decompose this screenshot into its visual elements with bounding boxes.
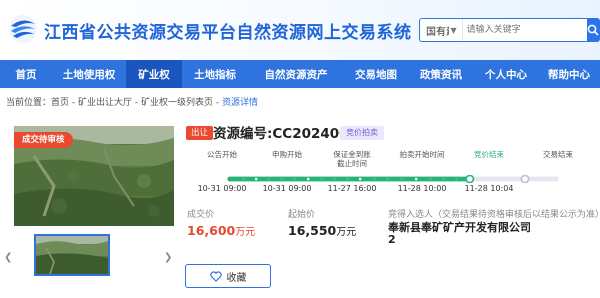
deal-price: 16,600万元 — [187, 223, 255, 238]
breadcrumb-prefix: 当前位置： — [6, 98, 52, 108]
breadcrumb: 当前位置：首页 - 矿业出让大厅 - 矿业权一级列表页 - 资源详情 — [6, 95, 258, 108]
site-title: 江西省公共资源交易平台自然资源网上交易系统 — [44, 23, 412, 43]
timeline-step-label: 拍卖开始时间 — [399, 150, 445, 159]
status-badge: 成交待审核 — [14, 132, 73, 148]
chevron-left-icon[interactable]: ❮ — [4, 252, 12, 263]
nav-item-policy-news[interactable]: 政策资讯 — [408, 60, 474, 88]
deal-price-unit: 万元 — [235, 227, 256, 238]
search-bar: 国有建... ▼ — [419, 18, 600, 42]
timeline-step-time: 11-28 10:00 — [397, 184, 447, 193]
resource-number: 资源编号:CC2024004 — [213, 126, 358, 142]
timeline-step-label: 保证金到账 截止时间 — [333, 150, 371, 168]
winning-bidder: 奉新县奉矿矿产开发有限公司2 — [388, 221, 531, 246]
chevron-down-icon: ▼ — [450, 25, 457, 35]
favorite-button[interactable]: 收藏 — [185, 264, 271, 288]
nav-item-home[interactable]: 首页 — [0, 60, 52, 88]
breadcrumb-current: 资源详情 — [221, 98, 258, 108]
timeline-step-label-line: 截止时间 — [337, 159, 367, 168]
sale-method-tag: 竞价拍卖 — [340, 126, 384, 140]
nav-item-natural-assets[interactable]: 自然资源资产 — [248, 60, 344, 88]
timeline-step-time: 10-31 09:00 — [262, 184, 312, 193]
deal-price-value: 16,600 — [187, 223, 236, 238]
search-input[interactable] — [462, 19, 587, 41]
nav-item-help-center[interactable]: 帮助中心 — [538, 60, 600, 88]
timeline-step-label: 交易结束 — [543, 150, 573, 159]
chevron-right-icon[interactable]: ❯ — [164, 252, 172, 263]
search-category-value: 国有建... — [426, 26, 449, 38]
heart-icon — [209, 270, 222, 282]
site-header: 江西省公共资源交易平台自然资源网上交易系统 国有建... ▼ — [0, 0, 600, 60]
start-price: 16,550万元 — [288, 223, 356, 238]
timeline-step-time: 11-28 10:04 — [464, 184, 514, 193]
progress-track — [227, 175, 559, 183]
start-price-value: 16,550 — [288, 223, 337, 238]
timeline-step-label-current: 竞价结束 — [474, 150, 504, 159]
timeline-step-label-line: 保证金到账 — [333, 150, 371, 159]
main-nav: 首页 土地使用权 矿业权 土地指标 自然资源资产 交易地图 政策资讯 个人中心 … — [0, 60, 600, 88]
search-button[interactable] — [586, 19, 599, 41]
progress-timeline: 公告开始 申购开始 保证金到账 截止时间 拍卖开始时间 竞价结束 交易结束 10-… — [186, 150, 600, 196]
forest-thumbnail-image — [36, 236, 108, 274]
nav-item-trade-map[interactable]: 交易地图 — [344, 60, 408, 88]
nav-item-land-use-rights[interactable]: 土地使用权 — [52, 60, 126, 88]
nav-item-mining-rights[interactable]: 矿业权 — [126, 60, 182, 88]
bidder-label: 竞得入选人（交易结果待资格审核后以结果公示为准） — [388, 210, 600, 220]
start-price-label: 起始价 — [288, 210, 316, 220]
platform-logo — [9, 15, 37, 43]
start-price-unit: 万元 — [336, 227, 357, 238]
favorite-label: 收藏 — [226, 272, 247, 284]
search-category-select[interactable]: 国有建... ▼ — [420, 19, 463, 41]
nav-item-land-quota[interactable]: 土地指标 — [182, 60, 248, 88]
main-photo: 成交待审核 — [14, 126, 174, 226]
timeline-step-label: 公告开始 — [207, 150, 237, 159]
timeline-step-time: 11-27 16:00 — [327, 184, 377, 193]
nav-item-user-center[interactable]: 个人中心 — [474, 60, 538, 88]
timeline-step-label: 申购开始 — [272, 150, 302, 159]
timeline-step-time: 10-31 09:00 — [197, 184, 247, 193]
transfer-type-tag: 出让 — [186, 126, 214, 140]
deal-price-label: 成交价 — [187, 210, 215, 220]
thumbnail-image[interactable] — [34, 234, 110, 276]
search-icon — [587, 24, 599, 36]
breadcrumb-path[interactable]: 首页 - 矿业出让大厅 - 矿业权一级列表页 - — [51, 98, 222, 108]
